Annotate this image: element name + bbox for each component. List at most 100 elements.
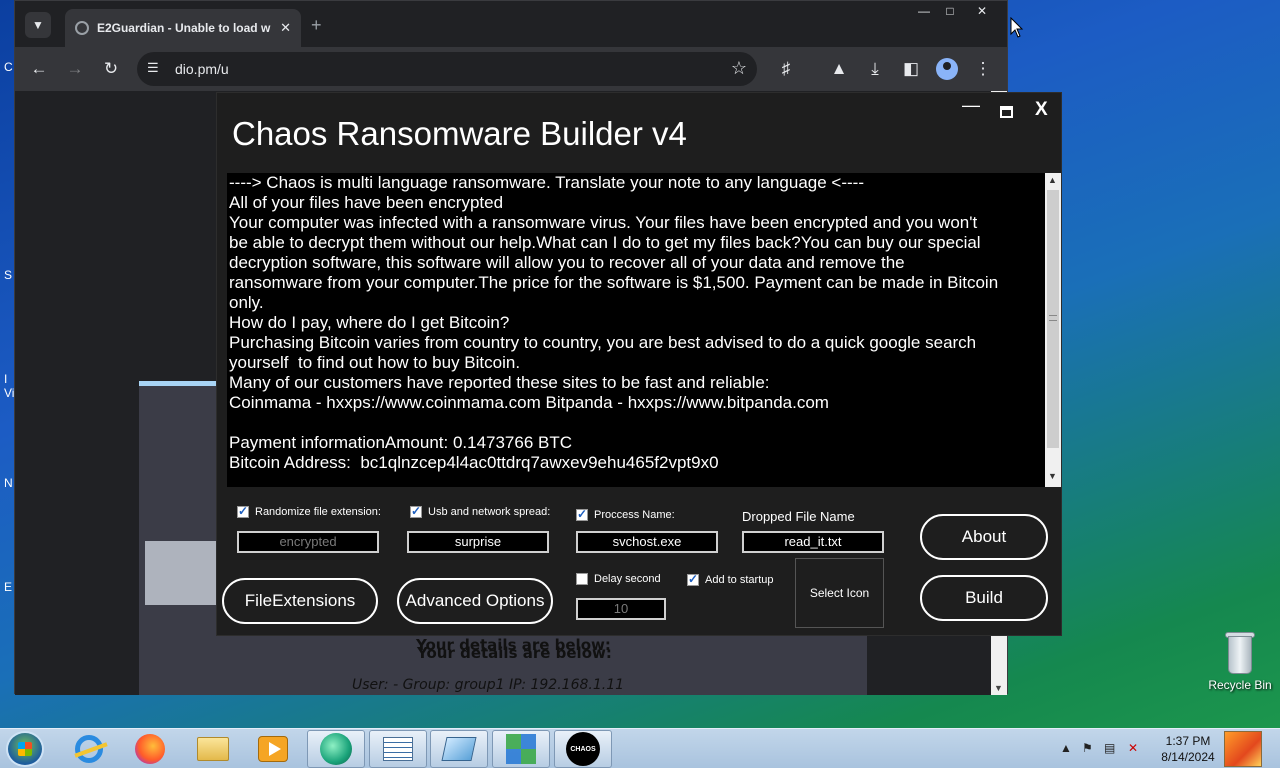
dropped-file-input[interactable]: read_it.txt — [742, 531, 884, 553]
close-icon[interactable]: X — [1035, 99, 1048, 121]
menu-kebab-icon[interactable]: ⋮ — [972, 58, 994, 80]
chaos-taskbar-icon[interactable]: CHAOS — [554, 730, 612, 768]
chaos-logo: CHAOS — [566, 732, 600, 766]
internet-explorer-icon[interactable] — [60, 730, 118, 768]
close-tab-icon[interactable]: ✕ — [280, 20, 291, 36]
recycle-bin-label: Recycle Bin — [1208, 678, 1272, 692]
show-hidden-icons-icon[interactable]: ▲ — [1060, 741, 1072, 755]
advanced-options-button[interactable]: Advanced Options — [397, 578, 553, 624]
spread-name-input[interactable]: surprise — [407, 531, 549, 553]
volume-muted-icon[interactable]: ✕ — [1128, 741, 1138, 755]
note-line: How do I pay, where do I get Bitcoin? — [229, 313, 510, 332]
desktop-icon-fragment: I — [4, 372, 8, 386]
browser-toolbar: ← → ↻ ☰ dio.pm/u ☆ ♯ ▲ ⤓ ◧ ⋮ — [15, 47, 1007, 91]
firefox-icon[interactable] — [121, 730, 179, 768]
usb-spread-checkbox[interactable] — [410, 504, 422, 518]
note-line: Purchasing Bitcoin varies from country t… — [229, 333, 977, 352]
note-line: ransomware from your computer.The price … — [229, 273, 999, 292]
tab-strip: ▼ E2Guardian - Unable to load w ✕ + — □ … — [15, 1, 1007, 47]
build-button[interactable]: Build — [920, 575, 1048, 621]
scroll-grip-icon — [1049, 315, 1057, 321]
desktop-icon-fragment: Vi — [4, 386, 15, 400]
start-button[interactable] — [6, 731, 44, 767]
show-desktop-button[interactable] — [1224, 731, 1262, 767]
desktop-icon-fragment: N — [4, 476, 13, 490]
note-line: Payment informationAmount: 0.1473766 BTC — [229, 433, 573, 452]
select-icon-button[interactable]: Select Icon — [795, 558, 884, 628]
note-line: yourself to find out how to buy Bitcoin. — [229, 353, 521, 372]
add-startup-checkbox[interactable] — [687, 572, 699, 586]
note-line — [229, 413, 1045, 433]
clock-time: 1:37 PM — [1165, 734, 1211, 748]
add-startup-label: Add to startup — [705, 574, 774, 586]
note-line: decryption software, this software will … — [229, 253, 905, 272]
site-settings-icon[interactable]: ☰ — [147, 60, 159, 76]
download-icon[interactable]: ⤓ — [864, 58, 886, 80]
note-line: be able to decrypt them without our help… — [229, 233, 981, 252]
recycle-bin-icon — [1225, 630, 1255, 674]
globe-icon — [75, 21, 89, 35]
details-title-text: Your details are below: — [416, 636, 611, 654]
ransom-note-text: ----> Chaos is multi language ransomware… — [229, 173, 1045, 473]
tab-e2guardian[interactable]: E2Guardian - Unable to load w ✕ — [65, 9, 301, 47]
file-explorer-icon[interactable] — [184, 730, 242, 768]
process-name-checkbox[interactable] — [576, 507, 588, 521]
about-button[interactable]: About — [920, 514, 1048, 560]
ransom-note-textbox[interactable]: ----> Chaos is multi language ransomware… — [227, 173, 1045, 487]
process-name-label: Proccess Name: — [594, 509, 675, 521]
side-panel-icon[interactable]: ◧ — [900, 58, 922, 80]
system-clock[interactable]: 1:37 PM 8/14/2024 — [1158, 733, 1218, 765]
profile-avatar-icon[interactable] — [936, 58, 958, 80]
note-line: only. — [229, 293, 264, 312]
scroll-down-arrow-icon[interactable]: ▼ — [994, 683, 1003, 693]
scroll-up-arrow-icon[interactable]: ▲ — [1048, 175, 1057, 185]
forward-arrow-icon[interactable]: → — [64, 58, 86, 80]
app-title: Chaos Ransomware Builder v4 — [232, 115, 687, 152]
media-player-icon[interactable] — [244, 730, 302, 768]
desktop-icon-fragment: C — [4, 60, 13, 74]
delay-checkbox[interactable] — [576, 573, 588, 585]
randomize-extension-label: Randomize file extension: — [255, 506, 381, 518]
note-scrollbar[interactable]: ▲ ▼ — [1045, 173, 1061, 487]
back-arrow-icon[interactable]: ← — [28, 58, 50, 80]
app-taskbar-icon[interactable] — [430, 730, 488, 768]
note-line: All of your files have been encrypted — [229, 193, 504, 212]
file-extensions-button[interactable]: FileExtensions — [222, 578, 378, 624]
new-tab-plus-icon[interactable]: + — [311, 15, 322, 36]
labs-flask-icon[interactable]: ▲ — [828, 58, 850, 80]
minimize-icon[interactable]: — — [962, 95, 980, 116]
tab-search-chevron-icon[interactable]: ▼ — [25, 12, 51, 38]
extension-input[interactable]: encrypted — [237, 531, 379, 553]
desktop-icon-fragment: E — [4, 580, 13, 594]
action-center-flag-icon[interactable]: ⚑ — [1082, 741, 1093, 755]
randomize-extension-checkbox[interactable] — [237, 504, 249, 518]
maximize-icon[interactable] — [1000, 106, 1013, 118]
recycle-bin[interactable]: Recycle Bin — [1204, 630, 1276, 692]
process-name-input[interactable]: svchost.exe — [576, 531, 718, 553]
reload-icon[interactable]: ↻ — [100, 58, 122, 80]
address-bar[interactable]: ☰ dio.pm/u ☆ — [137, 52, 757, 86]
extensions-puzzle-icon[interactable]: ♯ — [775, 58, 797, 80]
network-icon[interactable]: ▤ — [1104, 741, 1115, 755]
notepad-taskbar-icon[interactable] — [369, 730, 427, 768]
desktop-icon-fragment: S — [4, 268, 13, 282]
browser-taskbar-icon[interactable] — [307, 730, 365, 768]
details-user-text: User: - Group: group1 IP: 192.168.1.11 — [352, 677, 625, 693]
delay-seconds-input[interactable]: 10 — [576, 598, 666, 620]
url-text: dio.pm/u — [175, 61, 229, 77]
note-line: Bitcoin Address: bc1qlnzcep4l4ac0ttdrq7a… — [229, 453, 719, 472]
maximize-icon[interactable]: □ — [935, 1, 965, 21]
note-line: Many of our customers have reported thes… — [229, 373, 770, 392]
dropped-file-label: Dropped File Name — [742, 509, 855, 524]
note-line: Your computer was infected with a ransom… — [229, 213, 978, 232]
chaos-builder-window: Chaos Ransomware Builder v4 — X ----> Ch… — [216, 92, 1062, 636]
close-window-icon[interactable]: ✕ — [967, 1, 997, 21]
note-line: ----> Chaos is multi language ransomware… — [229, 173, 864, 192]
scroll-down-arrow-icon[interactable]: ▼ — [1048, 471, 1057, 481]
note-line: Coinmama - hxxps://www.coinmama.com Bitp… — [229, 393, 829, 412]
clock-date: 8/14/2024 — [1161, 750, 1215, 764]
bookmark-star-icon[interactable]: ☆ — [731, 58, 747, 79]
usb-spread-label: Usb and network spread: — [428, 506, 551, 518]
cubes-taskbar-icon[interactable] — [492, 730, 550, 768]
taskbar: CHAOS ▲ ⚑ ▤ ✕ 1:37 PM 8/14/2024 — [0, 728, 1280, 768]
